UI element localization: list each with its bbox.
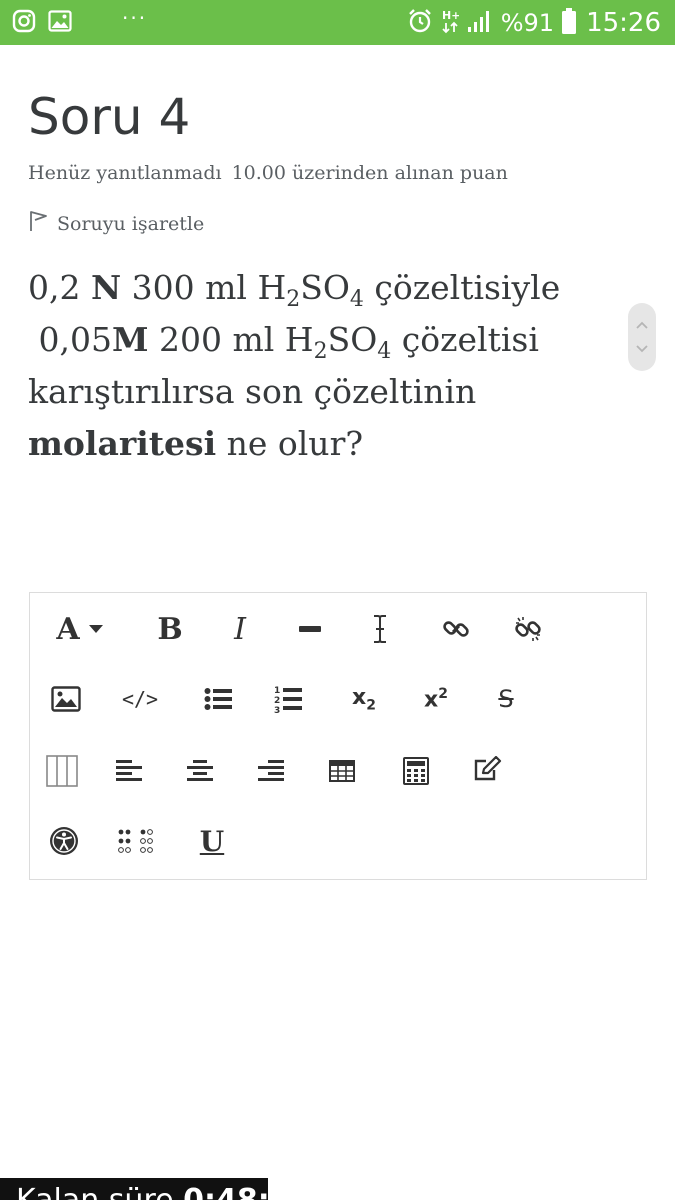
- text-cursor-button[interactable]: [358, 609, 402, 649]
- unlink-icon: [514, 615, 542, 643]
- answer-editor[interactable]: A B I </> 123 x2 x2 S U: [29, 592, 647, 880]
- insert-table-button[interactable]: [320, 751, 364, 791]
- numbered-list-icon: 123: [274, 684, 302, 714]
- scroll-up-icon[interactable]: [632, 315, 652, 335]
- superscript-button[interactable]: x2: [414, 679, 458, 719]
- battery-icon: [562, 8, 577, 38]
- question-info: Henüz yanıtlanmadı 10.00 üzerinden alınan…: [28, 162, 508, 184]
- timer-label: Kalan süre: [16, 1183, 174, 1200]
- horizontal-rule-icon: [298, 625, 322, 633]
- braille-button[interactable]: [114, 821, 158, 861]
- question-grade: 10.00 üzerinden alınan puan: [231, 162, 508, 184]
- question-state: Henüz yanıtlanmadı: [28, 162, 222, 184]
- font-style-label: A: [56, 611, 80, 647]
- caret-down-icon: [88, 624, 104, 634]
- strikethrough-button[interactable]: S: [484, 679, 528, 719]
- edit-button[interactable]: [466, 749, 510, 789]
- instagram-icon: [12, 9, 36, 37]
- html-source-label: </>: [121, 687, 159, 711]
- flag-label: Soruyu işaretle: [57, 212, 205, 235]
- svg-text:1: 1: [274, 686, 280, 696]
- flag-question-link[interactable]: Soruyu işaretle: [28, 210, 204, 237]
- text-cursor-icon: [371, 614, 389, 644]
- align-left-button[interactable]: [108, 751, 152, 791]
- columns-icon: [46, 755, 78, 787]
- underline-button[interactable]: U: [190, 821, 234, 861]
- svg-text:H+: H+: [442, 9, 459, 22]
- align-center-button[interactable]: [178, 751, 222, 791]
- alarm-icon: [407, 8, 433, 38]
- ordered-list-button[interactable]: 123: [266, 679, 310, 719]
- timer-value: 0:48:40: [183, 1183, 268, 1200]
- align-right-icon: [256, 760, 284, 782]
- remaining-time-bar: Kalan süre 0:48:40: [0, 1178, 268, 1200]
- gallery-icon: [48, 9, 72, 37]
- question-line-3: karıştırılırsa son çözeltinin: [28, 372, 477, 411]
- flag-icon: [28, 210, 48, 237]
- insert-image-button[interactable]: [44, 679, 88, 719]
- subscript-button[interactable]: x2: [342, 679, 386, 719]
- unlink-button[interactable]: [506, 609, 550, 649]
- underline-label: U: [199, 824, 225, 858]
- edit-icon: [474, 756, 502, 782]
- table-icon: [329, 760, 355, 782]
- font-style-button[interactable]: A: [48, 609, 112, 649]
- align-left-icon: [116, 760, 144, 782]
- battery-percent: %91: [500, 9, 555, 37]
- insert-link-button[interactable]: [434, 609, 478, 649]
- svg-text:2: 2: [274, 696, 280, 706]
- link-icon: [442, 615, 470, 643]
- remaining-time: Kalan süre 0:48:40: [16, 1184, 268, 1200]
- subscript-label: x2: [352, 684, 376, 714]
- align-right-button[interactable]: [248, 751, 292, 791]
- status-left-icons: [12, 9, 84, 37]
- status-bar: ··· H+ %91 15:26: [0, 0, 675, 45]
- scroll-down-icon[interactable]: [632, 339, 652, 359]
- horizontal-rule-button[interactable]: [288, 609, 332, 649]
- scroll-widget[interactable]: [628, 303, 656, 371]
- clock: 15:26: [586, 8, 661, 38]
- accessibility-icon: [49, 826, 79, 856]
- image-icon: [51, 686, 81, 712]
- bullet-list-icon: [204, 687, 232, 711]
- strikethrough-label: S: [498, 685, 514, 713]
- italic-label: I: [234, 611, 246, 647]
- signal-icon: [467, 9, 493, 37]
- question-text: 0,2 N 300 ml H2SO4 çözeltisiyle 0,05M 20…: [28, 262, 608, 470]
- network-h-plus-icon: H+: [441, 8, 460, 38]
- question-title: Soru 4: [28, 88, 191, 146]
- question-line-1: 0,2 N 300 ml H2SO4 çözeltisiyle: [28, 268, 561, 312]
- bold-button[interactable]: B: [148, 609, 192, 649]
- unordered-list-button[interactable]: [196, 679, 240, 719]
- align-center-icon: [186, 760, 214, 782]
- calculator-icon: [403, 757, 429, 785]
- superscript-label: x2: [424, 685, 448, 713]
- braille-icon: [118, 829, 154, 853]
- svg-text:3: 3: [274, 706, 280, 714]
- status-right-icons: H+ %91 15:26: [399, 6, 661, 40]
- columns-button[interactable]: [40, 751, 84, 791]
- more-dots-icon: ···: [122, 6, 148, 30]
- question-line-2: 0,05M 200 ml H2SO4 çözeltisi: [28, 320, 539, 364]
- italic-button[interactable]: I: [218, 609, 262, 649]
- accessibility-checker-button[interactable]: [42, 821, 86, 861]
- question-line-4: molaritesi ne olur?: [28, 424, 364, 463]
- bold-label: B: [157, 611, 183, 647]
- html-source-button[interactable]: </>: [118, 679, 162, 719]
- equation-editor-button[interactable]: [394, 751, 438, 791]
